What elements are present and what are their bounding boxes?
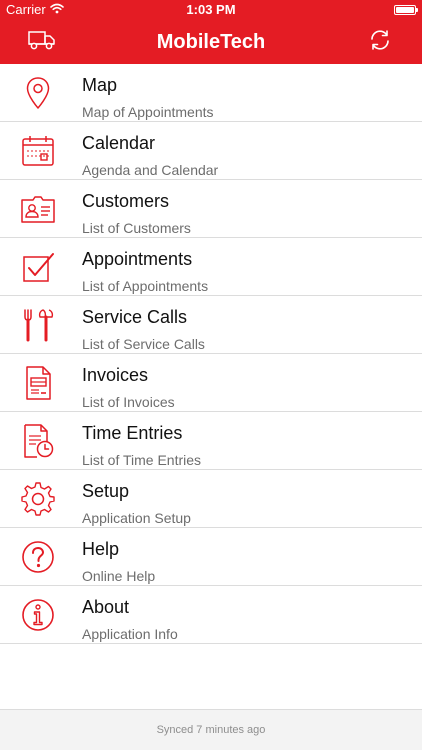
nav-bar: MobileTech	[0, 20, 422, 64]
menu-item-subtitle: Application Info	[82, 626, 178, 642]
map-pin-icon	[19, 74, 57, 112]
menu-item-help[interactable]: Help Online Help	[0, 528, 422, 586]
menu-item-title: Map	[82, 75, 118, 95]
menu-item-title: Invoices	[82, 365, 149, 385]
main-menu: Map Map of Appointments Calendar Agenda …	[0, 64, 422, 644]
menu-item-invoices[interactable]: Invoices List of Invoices	[0, 354, 422, 412]
tools-icon	[19, 306, 57, 344]
menu-item-title: Service Calls	[82, 307, 188, 327]
menu-item-subtitle: List of Appointments	[82, 278, 209, 294]
menu-item-subtitle: List of Customers	[82, 220, 191, 236]
menu-item-title: About	[82, 597, 130, 617]
menu-item-service-calls[interactable]: Service Calls List of Service Calls	[0, 296, 422, 354]
timesheet-icon	[19, 422, 57, 460]
menu-item-title: Help	[82, 539, 120, 559]
menu-item-title: Time Entries	[82, 423, 183, 443]
invoice-icon	[19, 364, 57, 402]
info-icon	[19, 596, 57, 634]
menu-item-subtitle: List of Time Entries	[82, 452, 202, 468]
menu-item-customers[interactable]: Customers List of Customers	[0, 180, 422, 238]
sync-icon	[368, 28, 392, 57]
menu-item-subtitle: List of Invoices	[82, 394, 175, 410]
menu-item-subtitle: Agenda and Calendar	[82, 162, 219, 178]
calendar-icon	[19, 132, 57, 170]
menu-item-setup[interactable]: Setup Application Setup	[0, 470, 422, 528]
menu-item-title: Setup	[82, 481, 130, 501]
menu-item-about[interactable]: About Application Info	[0, 586, 422, 644]
checkbox-icon	[19, 248, 57, 286]
gear-icon	[19, 480, 57, 518]
sync-status-bar: Synced 7 minutes ago	[0, 709, 422, 750]
status-time: 1:03 PM	[186, 2, 236, 17]
menu-item-calendar[interactable]: Calendar Agenda and Calendar	[0, 122, 422, 180]
menu-item-subtitle: List of Service Calls	[82, 336, 205, 352]
status-bar: Carrier 1:03 PM	[0, 0, 422, 20]
customer-card-icon	[19, 190, 57, 228]
menu-item-title: Calendar	[82, 133, 156, 153]
battery-icon	[394, 5, 418, 15]
menu-item-map[interactable]: Map Map of Appointments	[0, 64, 422, 122]
menu-item-title: Customers	[82, 191, 170, 211]
menu-item-appointments[interactable]: Appointments List of Appointments	[0, 238, 422, 296]
app-title: MobileTech	[156, 31, 266, 53]
menu-item-time-entries[interactable]: Time Entries List of Time Entries	[0, 412, 422, 470]
menu-item-subtitle: Online Help	[82, 568, 156, 584]
help-icon	[19, 538, 57, 576]
menu-item-subtitle: Map of Appointments	[82, 104, 214, 120]
app-header: Carrier 1:03 PM MobileTech	[0, 0, 422, 64]
menu-item-title: Appointments	[82, 249, 193, 269]
menu-item-subtitle: Application Setup	[82, 510, 191, 526]
sync-status-text: Synced 7 minutes ago	[156, 724, 266, 736]
sync-button[interactable]	[360, 26, 400, 58]
